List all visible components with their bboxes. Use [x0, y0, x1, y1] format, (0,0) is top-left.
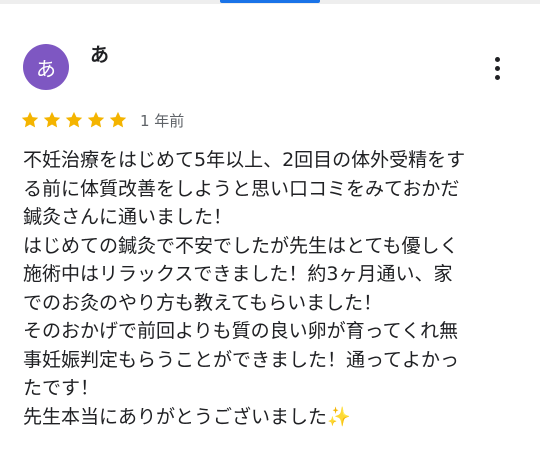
avatar-initial: あ — [36, 56, 56, 81]
review-line: でのお灸のやり方も教えてもらいました！ — [23, 291, 383, 314]
star-rating — [20, 110, 128, 130]
review-line: 事妊娠判定もらうことができました！通ってよかっ — [23, 348, 460, 371]
sparkles-emoji: ✨ — [327, 405, 351, 428]
rating-row: 1 年前 — [20, 108, 184, 132]
more-vert-icon-dot — [494, 65, 500, 71]
star-icon — [109, 111, 127, 128]
review-timestamp: 1 年前 — [140, 111, 185, 130]
scroll-indicator-accent — [220, 0, 320, 3]
review-line: たです！ — [23, 377, 100, 399]
star-icon — [21, 111, 39, 128]
star-icon — [43, 111, 61, 128]
more-vert-icon-dot — [494, 74, 500, 80]
review-line: 施術中はリラックスできました！約3ヶ月通い、家 — [23, 263, 453, 285]
top-scroll-indicator — [0, 0, 540, 4]
review-line: 不妊治療をはじめて5年以上、2回目の体外受精をす — [23, 149, 466, 171]
more-options-button[interactable] — [484, 52, 510, 84]
reviewer-name[interactable]: あ — [90, 40, 109, 67]
review-line: 鍼灸さんに通いました！ — [23, 206, 233, 228]
review-line-text: 先生本当にありがとうございました — [23, 405, 328, 428]
star-icon — [87, 111, 105, 128]
review-text: 不妊治療をはじめて5年以上、2回目の体外受精をす る前に体質改善をしようと思い口… — [23, 146, 533, 431]
review-line: そのおかげで前回よりも質の良い卵が育ってくれ無 — [23, 320, 459, 342]
review-line-last: 先生本当にありがとうございました✨ — [23, 403, 533, 432]
reviewer-avatar[interactable]: あ — [23, 44, 69, 90]
star-icon — [65, 111, 83, 128]
review-line: る前に体質改善をしようと思い口コミをみておかだ — [23, 177, 460, 200]
more-vert-icon-dot — [494, 56, 500, 62]
review-line: はじめての鍼灸で不安でしたが先生はとても優しく — [23, 234, 459, 257]
